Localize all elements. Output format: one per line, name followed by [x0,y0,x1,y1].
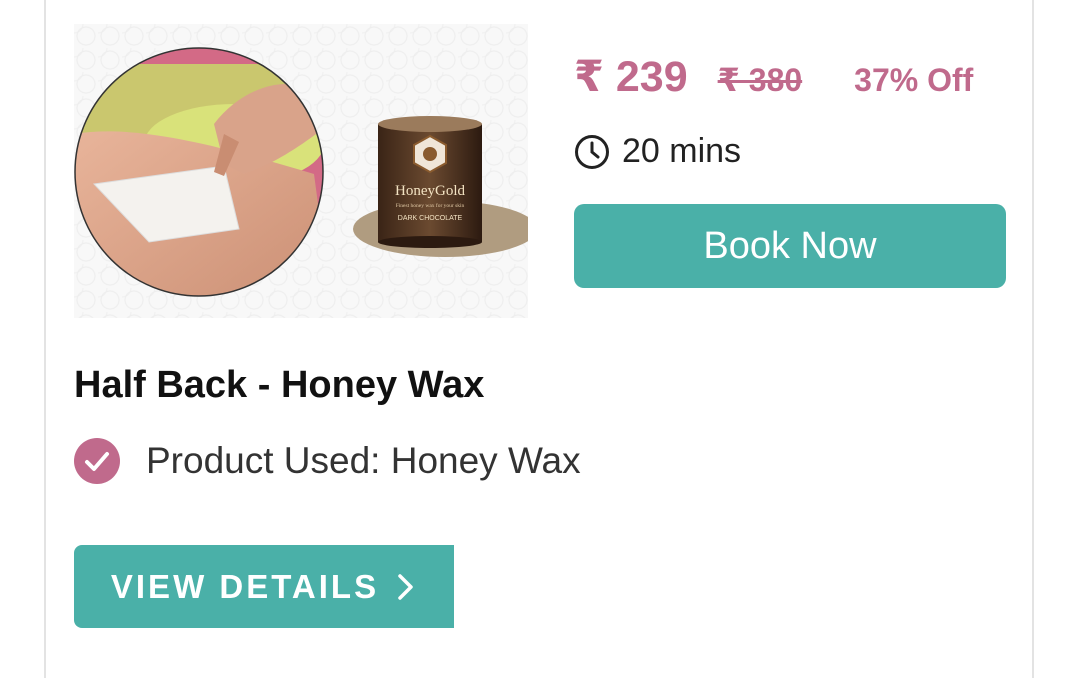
price-row: ₹ 239 ₹ 380 37% Off [574,52,973,104]
original-price: ₹ 380 [717,62,803,98]
chevron-right-icon [398,573,413,600]
product-used-row: Product Used: Honey Wax [74,438,581,484]
tin-brand: HoneyGold [395,183,465,199]
view-details-label: VIEW DETAILS [110,567,380,605]
duration-row: 20 mins [574,132,741,171]
service-image[interactable]: HoneyGold Finest honey wax for your skin… [74,24,528,318]
waxing-photo [75,48,323,296]
book-now-button[interactable]: Book Now [574,204,1006,288]
honey-wax-tin: HoneyGold Finest honey wax for your skin… [353,116,528,257]
duration: 20 mins [622,132,742,170]
tin-variant: DARK CHOCOLATE [398,215,463,222]
view-details-button[interactable]: VIEW DETAILS [74,545,454,628]
tin-tagline: Finest honey wax for your skin [396,202,465,209]
check-circle-icon [74,438,120,484]
clock-icon [575,134,609,169]
service-illustration: HoneyGold Finest honey wax for your skin… [74,47,528,297]
price: ₹ 239 [574,53,688,101]
discount-badge: 37% Off [854,62,974,98]
service-title: Half Back - Honey Wax [74,364,485,406]
product-used: Product Used: Honey Wax [146,440,581,481]
